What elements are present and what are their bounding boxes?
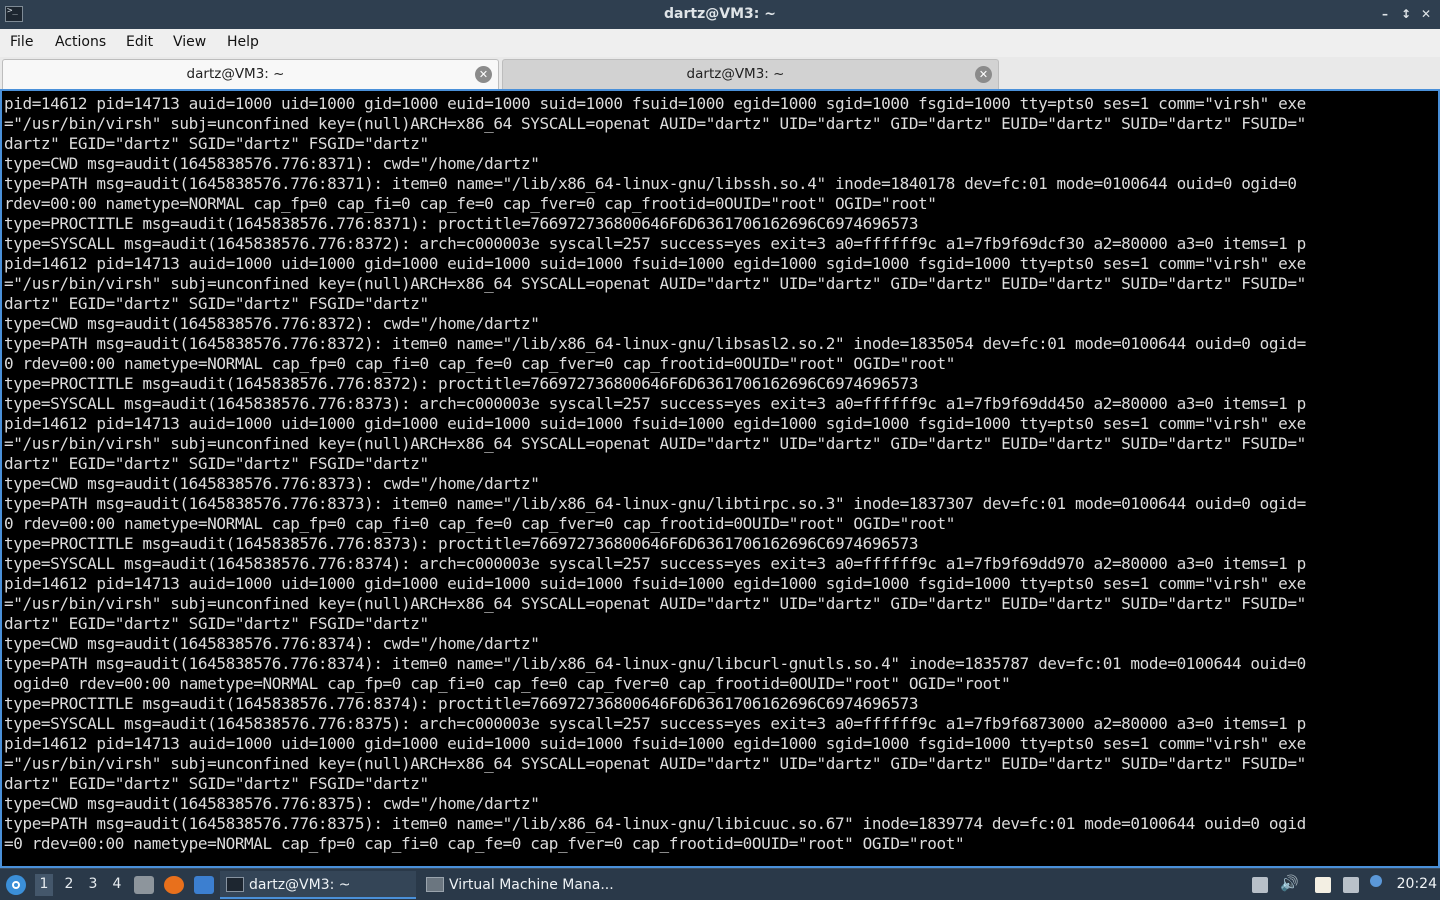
workspace-4[interactable]: 4 <box>108 876 126 892</box>
terminal-line: type=PATH msg=audit(1645838576.776:8374)… <box>4 654 1306 673</box>
menu-view[interactable]: View <box>173 34 206 50</box>
terminal-line: type=CWD msg=audit(1645838576.776:8372):… <box>4 314 540 333</box>
terminal-line: pid=14612 pid=14713 auid=1000 uid=1000 g… <box>4 414 1306 433</box>
volume-icon[interactable]: 🔊 <box>1280 874 1299 892</box>
tray-app-icon[interactable] <box>1252 877 1268 893</box>
terminal-line: dartz" EGID="dartz" SGID="dartz" FSGID="… <box>4 294 429 313</box>
update-notifier-icon[interactable] <box>1370 875 1382 887</box>
workspace-3[interactable]: 3 <box>84 876 102 892</box>
window-titlebar[interactable]: dartz@VM3: ~ – ↕ ✕ <box>0 0 1440 29</box>
workspace-2[interactable]: 2 <box>60 876 78 892</box>
menu-help[interactable]: Help <box>227 34 259 50</box>
close-window-button[interactable]: ✕ <box>1419 6 1433 22</box>
terminal-line: pid=14612 pid=14713 auid=1000 uid=1000 g… <box>4 734 1306 753</box>
taskbar-task-virt-manager[interactable]: Virtual Machine Mana... <box>420 871 620 899</box>
menu-actions[interactable]: Actions <box>55 34 106 50</box>
terminal-line: pid=14612 pid=14713 auid=1000 uid=1000 g… <box>4 254 1306 273</box>
terminal-line: type=PATH msg=audit(1645838576.776:8371)… <box>4 174 1297 193</box>
show-desktop-icon[interactable] <box>194 876 214 894</box>
network-icon[interactable] <box>1343 877 1359 893</box>
terminal-line: type=CWD msg=audit(1645838576.776:8373):… <box>4 474 540 493</box>
tab-terminal-2[interactable]: dartz@VM3: ~ ✕ <box>502 59 999 89</box>
tab-label: dartz@VM3: ~ <box>186 66 285 82</box>
terminal-line: rdev=00:00 nametype=NORMAL cap_fp=0 cap_… <box>4 194 937 213</box>
tab-bar: dartz@VM3: ~ ✕ dartz@VM3: ~ ✕ <box>0 57 1440 89</box>
file-manager-icon[interactable] <box>134 876 154 894</box>
terminal-line: type=SYSCALL msg=audit(1645838576.776:83… <box>4 234 1306 253</box>
terminal-output[interactable]: pid=14612 pid=14713 auid=1000 uid=1000 g… <box>0 89 1440 868</box>
terminal-line: type=SYSCALL msg=audit(1645838576.776:83… <box>4 394 1306 413</box>
taskbar: 1 2 3 4 dartz@VM3: ~ Virtual Machine Man… <box>0 868 1440 900</box>
close-tab-icon[interactable]: ✕ <box>475 66 492 83</box>
terminal-line: type=SYSCALL msg=audit(1645838576.776:83… <box>4 714 1306 733</box>
terminal-line: ="/usr/bin/virsh" subj=unconfined key=(n… <box>4 434 1306 453</box>
terminal-line: pid=14612 pid=14713 auid=1000 uid=1000 g… <box>4 94 1306 113</box>
clock[interactable]: 20:24 <box>1397 876 1437 892</box>
terminal-line: type=CWD msg=audit(1645838576.776:8375):… <box>4 794 540 813</box>
firefox-icon[interactable] <box>164 876 184 894</box>
taskbar-task-terminal[interactable]: dartz@VM3: ~ <box>220 871 416 899</box>
menu-file[interactable]: File <box>10 34 33 50</box>
terminal-line: type=PROCTITLE msg=audit(1645838576.776:… <box>4 534 919 553</box>
terminal-line: dartz" EGID="dartz" SGID="dartz" FSGID="… <box>4 134 429 153</box>
terminal-line: type=SYSCALL msg=audit(1645838576.776:83… <box>4 554 1306 573</box>
menu-edit[interactable]: Edit <box>126 34 153 50</box>
terminal-line: type=PATH msg=audit(1645838576.776:8373)… <box>4 494 1306 513</box>
close-tab-icon[interactable]: ✕ <box>975 66 992 83</box>
terminal-line: 0 rdev=00:00 nametype=NORMAL cap_fp=0 ca… <box>4 514 955 533</box>
terminal-line: dartz" EGID="dartz" SGID="dartz" FSGID="… <box>4 614 429 633</box>
workspace-1[interactable]: 1 <box>35 874 53 896</box>
terminal-line: 0 rdev=00:00 nametype=NORMAL cap_fp=0 ca… <box>4 354 955 373</box>
terminal-icon <box>226 877 244 892</box>
window-title: dartz@VM3: ~ <box>664 6 776 22</box>
start-menu-icon[interactable] <box>6 875 26 895</box>
terminal-line: type=PROCTITLE msg=audit(1645838576.776:… <box>4 694 919 713</box>
terminal-line: ogid=0 rdev=00:00 nametype=NORMAL cap_fp… <box>4 674 1011 693</box>
tab-terminal-1[interactable]: dartz@VM3: ~ ✕ <box>2 59 499 89</box>
terminal-line: type=PATH msg=audit(1645838576.776:8375)… <box>4 814 1306 833</box>
terminal-line: =0 rdev=00:00 nametype=NORMAL cap_fp=0 c… <box>4 834 965 853</box>
menu-bar: File Actions Edit View Help <box>0 29 1440 57</box>
minimize-button[interactable]: – <box>1378 6 1392 22</box>
task-label: Virtual Machine Mana... <box>449 877 614 893</box>
clipboard-icon[interactable] <box>1315 877 1331 893</box>
virt-manager-icon <box>426 877 444 892</box>
terminal-lines: pid=14612 pid=14713 auid=1000 uid=1000 g… <box>4 94 1306 854</box>
terminal-line: ="/usr/bin/virsh" subj=unconfined key=(n… <box>4 594 1306 613</box>
terminal-line: type=PROCTITLE msg=audit(1645838576.776:… <box>4 374 919 393</box>
terminal-line: dartz" EGID="dartz" SGID="dartz" FSGID="… <box>4 454 429 473</box>
terminal-line: dartz" EGID="dartz" SGID="dartz" FSGID="… <box>4 774 429 793</box>
terminal-line: type=CWD msg=audit(1645838576.776:8374):… <box>4 634 540 653</box>
tab-label: dartz@VM3: ~ <box>686 66 785 82</box>
terminal-line: ="/usr/bin/virsh" subj=unconfined key=(n… <box>4 754 1306 773</box>
maximize-button[interactable]: ↕ <box>1399 6 1413 22</box>
terminal-line: ="/usr/bin/virsh" subj=unconfined key=(n… <box>4 114 1306 133</box>
terminal-line: type=PATH msg=audit(1645838576.776:8372)… <box>4 334 1306 353</box>
task-label: dartz@VM3: ~ <box>249 877 351 893</box>
terminal-line: ="/usr/bin/virsh" subj=unconfined key=(n… <box>4 274 1306 293</box>
terminal-line: type=CWD msg=audit(1645838576.776:8371):… <box>4 154 540 173</box>
terminal-line: type=PROCTITLE msg=audit(1645838576.776:… <box>4 214 919 233</box>
terminal-line: pid=14612 pid=14713 auid=1000 uid=1000 g… <box>4 574 1306 593</box>
